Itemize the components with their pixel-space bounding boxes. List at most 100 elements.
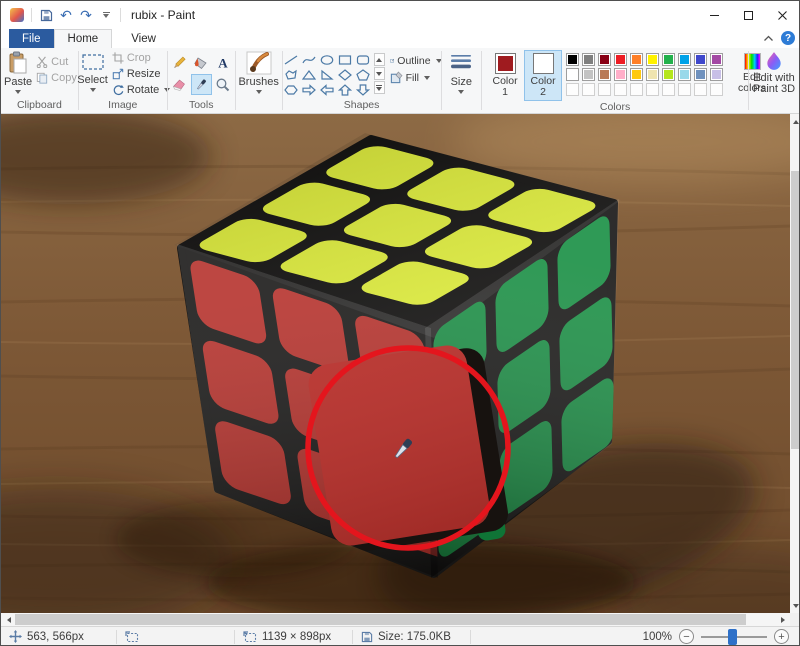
scroll-up-button[interactable]	[790, 116, 799, 127]
customize-quick-access-button[interactable]	[96, 5, 116, 25]
crop-button[interactable]: Crop	[112, 50, 170, 66]
shape-up-arrow-button[interactable]	[336, 82, 354, 97]
brushes-button[interactable]: Brushes	[236, 50, 280, 95]
palette-swatch-empty[interactable]	[566, 83, 580, 96]
save-button[interactable]	[36, 5, 56, 25]
palette-swatch-empty[interactable]	[582, 83, 596, 96]
minimize-button[interactable]	[697, 1, 731, 29]
palette-swatch[interactable]	[566, 53, 580, 66]
cut-button[interactable]: Cut	[36, 54, 77, 70]
vertical-scrollbar[interactable]	[790, 114, 799, 613]
palette-swatch-empty[interactable]	[646, 83, 660, 96]
shape-right-triangle-button[interactable]	[318, 67, 336, 82]
shape-ellipse-button[interactable]	[318, 52, 336, 67]
pencil-tool-button[interactable]	[169, 52, 190, 73]
palette-swatch[interactable]	[678, 68, 692, 81]
palette-swatch[interactable]	[678, 53, 692, 66]
palette-swatch[interactable]	[598, 68, 612, 81]
eyedropper-tool-button[interactable]	[190, 74, 212, 95]
zoom-slider[interactable]	[701, 628, 767, 645]
rotate-button[interactable]: Rotate	[112, 82, 171, 98]
palette-swatch[interactable]	[646, 53, 660, 66]
size-button[interactable]: Size	[447, 50, 475, 95]
shapes-scroll-down-button[interactable]	[373, 67, 385, 80]
redo-button[interactable]: ↷	[76, 5, 96, 25]
fill-tool-button[interactable]	[191, 52, 212, 73]
palette-swatch[interactable]	[630, 68, 644, 81]
palette-swatch-empty[interactable]	[598, 83, 612, 96]
select-button[interactable]: Select	[75, 50, 110, 93]
shape-left-arrow-button[interactable]	[318, 82, 336, 97]
palette-swatch-empty[interactable]	[662, 83, 676, 96]
tab-view[interactable]: View	[118, 29, 169, 48]
undo-button[interactable]: ↶	[56, 5, 76, 25]
edit-with-paint3d-button[interactable]: Edit with Paint 3D	[750, 50, 798, 96]
palette-swatch-empty[interactable]	[614, 83, 628, 96]
palette-swatch[interactable]	[694, 68, 708, 81]
palette-swatch[interactable]	[614, 53, 628, 66]
window-controls	[697, 1, 799, 29]
color2-button[interactable]: Color 2	[524, 50, 563, 101]
palette-swatch[interactable]	[662, 68, 676, 81]
shape-curve-button[interactable]	[300, 52, 318, 67]
shapes-more-button[interactable]	[373, 81, 385, 94]
shape-right-arrow-button[interactable]	[300, 82, 318, 97]
palette-swatch-empty[interactable]	[710, 83, 724, 96]
scroll-down-button[interactable]	[790, 600, 799, 611]
collapse-ribbon-button[interactable]	[763, 35, 774, 42]
shape-down-arrow-button[interactable]	[354, 82, 372, 97]
zoom-in-button[interactable]: +	[774, 629, 789, 644]
palette-swatch[interactable]	[710, 53, 724, 66]
ribbon-group-tools: A Tools	[168, 48, 235, 113]
tab-home[interactable]: Home	[53, 29, 113, 48]
eraser-icon	[173, 79, 186, 91]
shape-pentagon-button[interactable]	[354, 67, 372, 82]
palette-swatch[interactable]	[662, 53, 676, 66]
palette-swatch[interactable]	[566, 68, 580, 81]
shape-polygon-button[interactable]	[282, 67, 300, 82]
palette-swatch[interactable]	[710, 68, 724, 81]
paste-button[interactable]: Paste	[2, 50, 34, 95]
color1-button[interactable]: Color 1	[486, 50, 524, 101]
palette-swatch[interactable]	[630, 53, 644, 66]
shape-rounded-rectangle-button[interactable]	[354, 52, 372, 67]
right-triangle-shape-icon	[320, 69, 334, 80]
help-button[interactable]: ?	[781, 31, 795, 45]
text-tool-button[interactable]: A	[213, 52, 234, 73]
shapes-scroll-up-button[interactable]	[373, 53, 385, 66]
palette-swatch-empty[interactable]	[694, 83, 708, 96]
zoom-out-button[interactable]: −	[679, 629, 694, 644]
copy-button[interactable]: Copy	[36, 70, 77, 86]
tab-file[interactable]: File	[9, 29, 54, 48]
shape-diamond-button[interactable]	[336, 67, 354, 82]
shape-rectangle-button[interactable]	[336, 52, 354, 67]
vertical-scroll-thumb[interactable]	[791, 171, 799, 449]
palette-swatch[interactable]	[598, 53, 612, 66]
shape-triangle-button[interactable]	[300, 67, 318, 82]
fill-button[interactable]: Fill	[390, 71, 442, 84]
palette-swatch[interactable]	[582, 68, 596, 81]
scroll-right-button[interactable]	[777, 614, 788, 625]
eraser-tool-button[interactable]	[169, 74, 190, 95]
shape-hexagon-button[interactable]	[282, 82, 300, 97]
palette-swatch-empty[interactable]	[630, 83, 644, 96]
drawing-canvas[interactable]	[1, 114, 790, 613]
close-button[interactable]	[765, 1, 799, 29]
palette-swatch[interactable]	[694, 53, 708, 66]
horizontal-scroll-thumb[interactable]	[15, 614, 746, 625]
resize-button[interactable]: Resize	[112, 66, 170, 82]
palette-swatch[interactable]	[582, 53, 596, 66]
copy-icon	[36, 72, 48, 84]
shape-line-button[interactable]	[282, 52, 300, 67]
rectangle-shape-icon	[338, 54, 351, 65]
outline-button[interactable]: Outline	[389, 54, 442, 67]
palette-swatch[interactable]	[614, 68, 628, 81]
maximize-button[interactable]	[731, 1, 765, 29]
scroll-left-button[interactable]	[3, 614, 14, 625]
palette-swatch-empty[interactable]	[678, 83, 692, 96]
curve-shape-icon	[302, 56, 316, 63]
horizontal-scrollbar[interactable]	[1, 613, 790, 626]
magnifier-tool-button[interactable]	[213, 74, 234, 95]
palette-swatch[interactable]	[646, 68, 660, 81]
zoom-slider-thumb[interactable]	[728, 628, 737, 645]
